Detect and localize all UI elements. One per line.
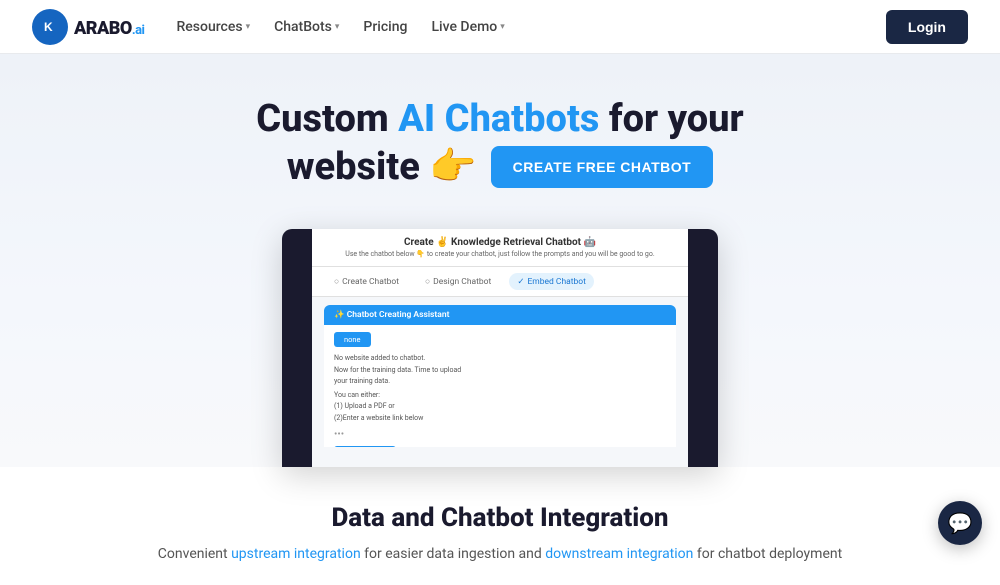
nav-item-resources[interactable]: Resources ▾ xyxy=(176,19,250,35)
screenshot-assistant-header: ✨ Chatbot Creating Assistant xyxy=(324,305,676,325)
hero-section: Custom AI Chatbots for your website 👉 CR… xyxy=(0,54,1000,467)
nav-item-livedemo[interactable]: Live Demo ▾ xyxy=(431,19,504,35)
sc-tab-create: ○ Create Chatbot xyxy=(326,273,407,290)
hero-title-line2: website 👉 CREATE FREE CHATBOT xyxy=(256,144,743,192)
navbar-left: K ARABO.ai Resources ▾ ChatBots ▾ Pricin… xyxy=(32,9,505,45)
screenshot-chat-body: none No website added to chatbot. Now fo… xyxy=(324,325,676,447)
nav-item-chatbots[interactable]: ChatBots ▾ xyxy=(274,19,339,35)
logo-icon: K xyxy=(32,9,68,45)
section2-title: Data and Chatbot Integration xyxy=(40,503,960,533)
navbar: K ARABO.ai Resources ▾ ChatBots ▾ Pricin… xyxy=(0,0,1000,54)
svg-text:K: K xyxy=(44,20,53,34)
logo[interactable]: K ARABO.ai xyxy=(32,9,144,45)
chat-bubble-button[interactable]: 💬 xyxy=(938,501,982,545)
create-free-chatbot-button[interactable]: CREATE FREE CHATBOT xyxy=(491,146,714,188)
screenshot-tabs: ○ Create Chatbot ○ Design Chatbot ✓ Embe… xyxy=(312,267,688,297)
downstream-integration-link[interactable]: downstream integration xyxy=(545,546,693,562)
chat-bubble-icon: 💬 xyxy=(948,511,973,535)
sc-tab-embed: ✓ Embed Chatbot xyxy=(509,273,594,290)
nav-links: Resources ▾ ChatBots ▾ Pricing Live Demo… xyxy=(176,19,504,35)
nav-item-pricing[interactable]: Pricing xyxy=(363,19,407,35)
hero-title-line1: Custom AI Chatbots for your xyxy=(256,96,743,144)
screenshot-topbar: Create ✌ Knowledge Retrieval Chatbot 🤖 U… xyxy=(312,229,688,267)
section2: Data and Chatbot Integration Convenient … xyxy=(0,467,1000,585)
screenshot-inner: Create ✌ Knowledge Retrieval Chatbot 🤖 U… xyxy=(312,229,688,467)
screenshot-none-btn: none xyxy=(334,332,371,347)
hero-title: Custom AI Chatbots for your website 👉 CR… xyxy=(256,96,743,191)
screenshot-chat-area: ✨ Chatbot Creating Assistant none No web… xyxy=(312,297,688,447)
product-screenshot: Create ✌ Knowledge Retrieval Chatbot 🤖 U… xyxy=(282,229,718,467)
login-button[interactable]: Login xyxy=(886,10,968,44)
section2-desc: Convenient upstream integration for easi… xyxy=(40,543,960,565)
sc-tab-design: ○ Design Chatbot xyxy=(417,273,499,290)
upstream-integration-link[interactable]: upstream integration xyxy=(231,546,361,562)
logo-text: ARABO.ai xyxy=(74,15,144,39)
